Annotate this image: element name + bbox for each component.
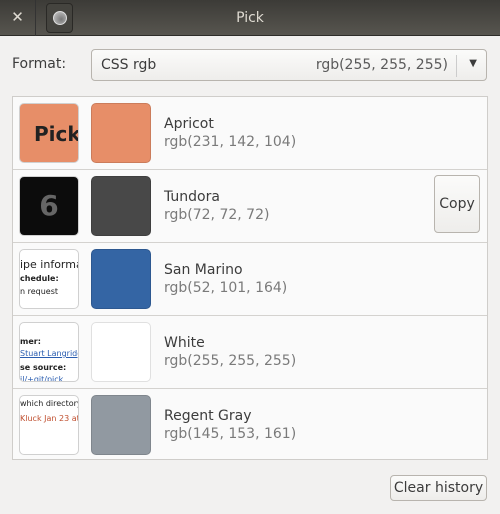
thumb-text: chedule: [20,274,59,283]
history-row[interactable]: 6 Tundora rgb(72, 72, 72) [13,170,487,243]
clear-history-button[interactable]: Clear history [390,475,487,501]
history-row[interactable]: mer: Stuart Langridge se source: il/+git… [13,316,487,389]
color-name: Apricot [164,116,214,132]
color-swatch [91,249,151,309]
thumb-text: Kluck Jan 23 at 9:56 [20,414,79,423]
thumb-text: se source: [20,363,67,372]
thumb-text: ipe informat [20,258,78,271]
thumb-text: Stuart Langridge [20,349,78,358]
color-swatch [91,395,151,455]
format-label: Format: [12,56,67,72]
color-value: rgb(231, 142, 104) [164,134,297,150]
window-title: Pick [236,10,264,26]
history-row[interactable]: Pick Apricot rgb(231, 142, 104) [13,97,487,170]
color-value: rgb(52, 101, 164) [164,280,288,296]
format-preview: rgb(255, 255, 255) [315,57,448,73]
color-value: rgb(72, 72, 72) [164,207,270,223]
screenshot-thumbnail: which directory gets Kluck Jan 23 at 9:5… [19,395,79,455]
history-list: Pick Apricot rgb(231, 142, 104) 6 Tundor… [12,96,488,460]
copy-button[interactable]: Copy [434,175,480,233]
color-name: White [164,335,205,351]
color-swatch [91,103,151,163]
color-value: rgb(145, 153, 161) [164,426,297,442]
screenshot-thumbnail: mer: Stuart Langridge se source: il/+git… [19,322,79,382]
format-dropdown[interactable]: CSS rgb rgb(255, 255, 255) ▼ [91,49,487,81]
thumb-text: n request [20,287,59,296]
dropdown-separator [456,55,457,77]
color-value: rgb(255, 255, 255) [164,353,297,369]
title-bar: ✕ Pick [0,0,500,36]
color-name: San Marino [164,262,243,278]
chevron-down-icon: ▼ [469,58,477,69]
screenshot-thumbnail: 6 [19,176,79,236]
thumb-text: which directory gets [20,399,79,408]
history-row[interactable]: ipe informat chedule: n request San Mari… [13,243,487,316]
screenshot-thumbnail: ipe informat chedule: n request [19,249,79,309]
color-name: Tundora [164,189,220,205]
color-name: Regent Gray [164,408,252,424]
color-swatch [91,322,151,382]
history-row[interactable]: which directory gets Kluck Jan 23 at 9:5… [13,389,487,462]
thumb-text: mer: [20,337,41,346]
format-selected: CSS rgb [101,57,157,73]
color-swatch [91,176,151,236]
screenshot-thumbnail: Pick [19,103,79,163]
thumb-text: il/+git/pick [20,375,64,382]
